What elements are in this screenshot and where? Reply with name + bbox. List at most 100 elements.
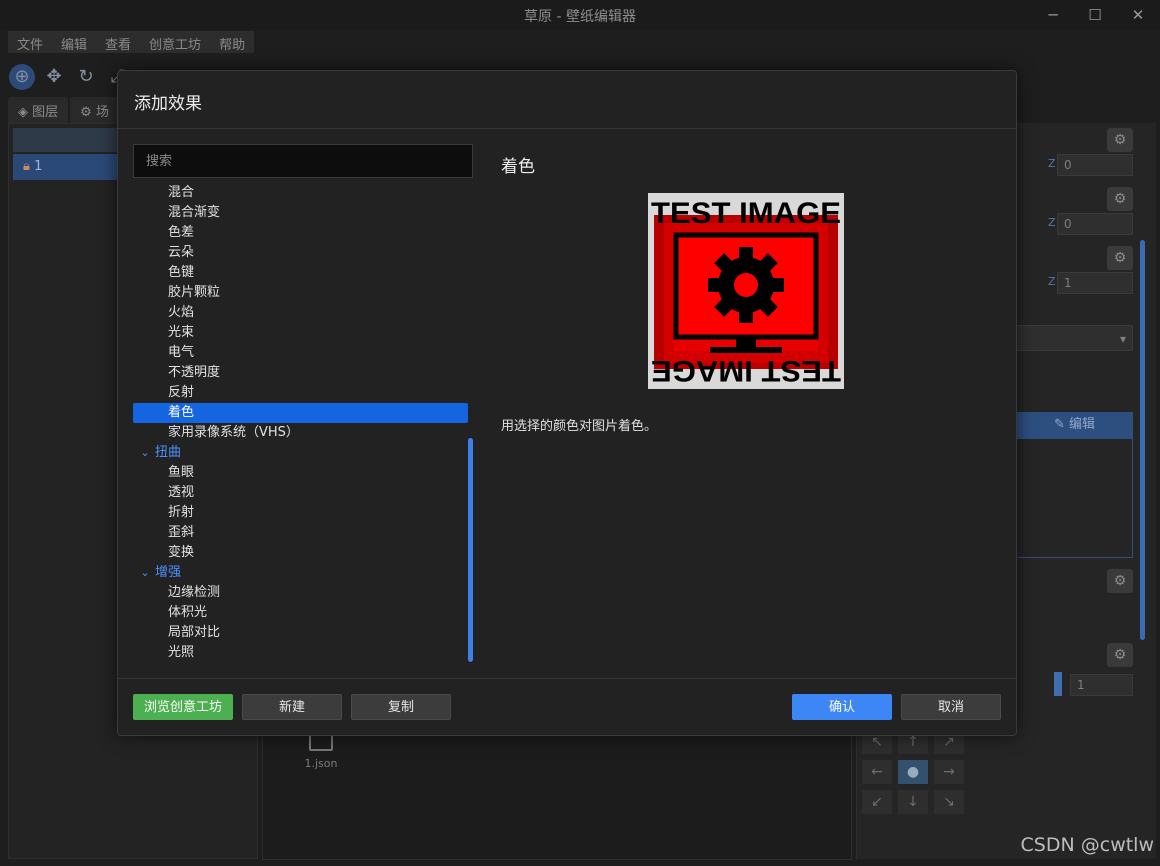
cancel-button[interactable]: 取消 bbox=[901, 694, 1001, 720]
number-field[interactable]: 1 bbox=[1070, 674, 1133, 696]
effect-label: 光束 bbox=[168, 325, 195, 340]
lock-icon: 🔒︎ bbox=[23, 159, 35, 174]
new-button[interactable]: 新建 bbox=[242, 694, 342, 720]
chevron-down-icon: ⌄ bbox=[140, 566, 150, 579]
menu-view[interactable]: 查看 bbox=[96, 31, 140, 53]
effect-list-item[interactable]: 体积光 bbox=[133, 603, 468, 623]
arrow-right-icon[interactable]: → bbox=[934, 760, 964, 784]
effect-label: 家用录像系统（VHS） bbox=[168, 425, 299, 440]
effect-list-item[interactable]: 光束 bbox=[133, 323, 468, 343]
tab-scene-label: 场 bbox=[95, 105, 109, 120]
effect-list-item[interactable]: 歪斜 bbox=[133, 523, 468, 543]
effect-list-item[interactable]: 胶片颗粒 bbox=[133, 283, 468, 303]
effect-list-item[interactable]: 透视 bbox=[133, 483, 468, 503]
add-effect-dialog: 添加效果 混合混合渐变色差云朵色键胶片颗粒火焰光束电气不透明度反射着色家用录像系… bbox=[117, 70, 1017, 736]
list-scrollbar[interactable] bbox=[468, 438, 473, 662]
preview-title: 着色 bbox=[501, 157, 535, 177]
effect-list-item[interactable]: 折射 bbox=[133, 503, 468, 523]
search-input[interactable] bbox=[133, 144, 473, 178]
watermark: CSDN @cwtlw bbox=[1020, 834, 1154, 856]
effect-list-item[interactable]: 混合 bbox=[133, 183, 468, 203]
arrow-left-icon[interactable]: ← bbox=[862, 760, 892, 784]
effect-list-item[interactable]: 不透明度 bbox=[133, 363, 468, 383]
slider-handle[interactable] bbox=[1054, 672, 1062, 696]
effect-list-item[interactable]: 着色 bbox=[133, 403, 468, 423]
close-button[interactable]: ✕ bbox=[1127, 4, 1149, 26]
chevron-down-icon: ▾ bbox=[1119, 332, 1126, 346]
effect-list-item[interactable]: 火焰 bbox=[133, 303, 468, 323]
menu-edit[interactable]: 编辑 bbox=[52, 31, 96, 53]
effect-list-item[interactable]: 鱼眼 bbox=[133, 463, 468, 483]
effect-label: 歪斜 bbox=[168, 525, 195, 540]
z-field-1[interactable]: 0 bbox=[1057, 154, 1133, 176]
edit-button[interactable]: ✎ 编辑 bbox=[1016, 412, 1133, 438]
effect-list-item[interactable]: 变换 bbox=[133, 543, 468, 563]
menu-workshop[interactable]: 创意工坊 bbox=[140, 31, 210, 53]
z-field-3[interactable]: 1 bbox=[1057, 272, 1133, 294]
tab-layers[interactable]: ◈ 图层 bbox=[8, 97, 69, 123]
dropdown-select[interactable]: ▾ bbox=[1016, 325, 1133, 351]
effect-label: 着色 bbox=[168, 405, 195, 420]
properties-scrollbar[interactable] bbox=[1140, 240, 1145, 640]
effect-label: 扭曲 bbox=[155, 445, 182, 460]
maximize-button[interactable]: ☐ bbox=[1084, 4, 1106, 26]
effect-label: 混合渐变 bbox=[168, 205, 221, 220]
effect-list-item[interactable]: 混合渐变 bbox=[133, 203, 468, 223]
effect-list-item[interactable]: 色键 bbox=[133, 263, 468, 283]
menu-help[interactable]: 帮助 bbox=[210, 31, 254, 53]
category-header[interactable]: ⌄ 增强 bbox=[133, 563, 468, 583]
effect-list-item[interactable]: 电气 bbox=[133, 343, 468, 363]
effect-list-item[interactable]: 家用录像系统（VHS） bbox=[133, 423, 468, 443]
select-tool-icon[interactable]: ⊕ bbox=[9, 64, 35, 90]
menu-file[interactable]: 文件 bbox=[8, 31, 52, 53]
title-bar: 草原 - 壁纸编辑器 ─ ☐ ✕ bbox=[0, 0, 1160, 30]
effect-list-item[interactable]: 边缘检测 bbox=[133, 583, 468, 603]
copy-button[interactable]: 复制 bbox=[351, 694, 451, 720]
minimize-button[interactable]: ─ bbox=[1042, 4, 1064, 26]
effect-list-item[interactable]: 局部对比 bbox=[133, 623, 468, 643]
test-image-text-top: TEST IMAGE bbox=[651, 197, 841, 230]
tab-scene[interactable]: ⚙ 场 bbox=[70, 97, 119, 123]
z-axis-label: Z bbox=[1048, 275, 1056, 288]
gear-icon: ⚙ bbox=[80, 105, 96, 120]
category-header[interactable]: ⌄ 扭曲 bbox=[133, 443, 468, 463]
edit-button-label: 编辑 bbox=[1069, 417, 1096, 432]
effect-list-item[interactable]: 反射 bbox=[133, 383, 468, 403]
effect-label: 反射 bbox=[168, 385, 195, 400]
effect-list: 混合混合渐变色差 云朵 色键胶片颗粒火焰光束电气不透明度反射着色家用录像系统（VHS… bbox=[133, 183, 468, 663]
divider bbox=[118, 128, 1016, 129]
settings-gear-button[interactable]: ⚙ bbox=[1107, 569, 1133, 593]
gear-icon bbox=[708, 247, 784, 323]
arrow-down-left-icon[interactable]: ↙ bbox=[862, 790, 892, 814]
left-tabs: ◈ 图层 ⚙ 场 bbox=[8, 97, 121, 123]
effect-label: 火焰 bbox=[168, 305, 195, 320]
settings-gear-button[interactable]: ⚙ bbox=[1107, 246, 1133, 270]
layers-icon: ◈ bbox=[18, 105, 33, 120]
arrow-down-icon[interactable]: ↓ bbox=[898, 790, 928, 814]
effect-label: 电气 bbox=[168, 345, 195, 360]
settings-gear-button[interactable]: ⚙ bbox=[1107, 128, 1133, 152]
test-image-text-bottom: TEST IMAGE bbox=[651, 354, 841, 387]
move-tool-icon[interactable]: ✥ bbox=[41, 64, 67, 90]
settings-gear-button[interactable]: ⚙ bbox=[1107, 643, 1133, 667]
effect-label: 光照 bbox=[168, 645, 195, 660]
settings-gear-button[interactable]: ⚙ bbox=[1107, 187, 1133, 211]
effect-list-item[interactable]: 云朵 bbox=[133, 243, 468, 263]
effect-label: 透视 bbox=[168, 485, 195, 500]
preview-description: 用选择的颜色对图片着色。 bbox=[501, 419, 658, 434]
direction-grid: ↖ ↑ ↗ ← ● → ↙ ↓ ↘ bbox=[862, 730, 968, 814]
effect-label: 胶片颗粒 bbox=[168, 285, 221, 300]
z-field-2[interactable]: 0 bbox=[1057, 213, 1133, 235]
asset-file[interactable]: 1.json bbox=[301, 731, 341, 770]
center-dot-icon[interactable]: ● bbox=[898, 760, 928, 784]
effect-list-item[interactable]: 光照 bbox=[133, 643, 468, 663]
tab-layers-label: 图层 bbox=[32, 105, 59, 120]
test-image-preview: TEST IMAGE TEST IMAGE bbox=[648, 193, 844, 389]
rotate-tool-icon[interactable]: ↻ bbox=[73, 64, 99, 90]
arrow-down-right-icon[interactable]: ↘ bbox=[934, 790, 964, 814]
browse-workshop-button[interactable]: 浏览创意工坊 bbox=[133, 694, 233, 720]
effect-list-item[interactable]: 色差 bbox=[133, 223, 468, 243]
effect-label: 局部对比 bbox=[168, 625, 221, 640]
confirm-button[interactable]: 确认 bbox=[792, 694, 892, 720]
window-title: 草原 - 壁纸编辑器 bbox=[524, 9, 636, 25]
